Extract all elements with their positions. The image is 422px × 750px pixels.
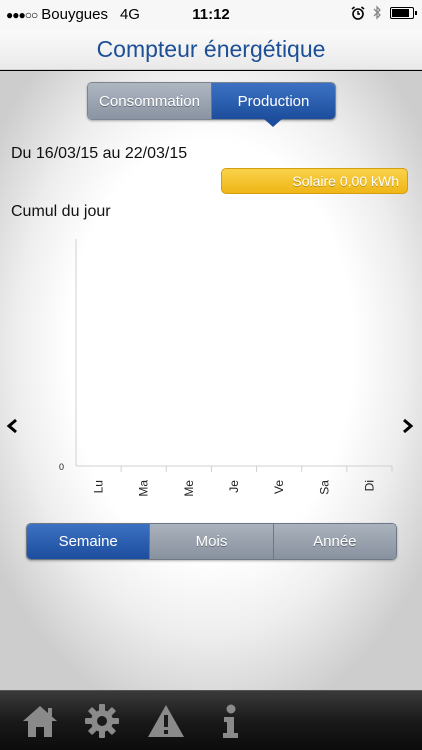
warning-icon	[148, 705, 184, 737]
previous-week-arrow-icon[interactable]	[6, 418, 18, 439]
status-icons	[351, 5, 417, 20]
tab-mois[interactable]: Mois	[149, 524, 273, 559]
tab-semaine[interactable]: Semaine	[27, 524, 150, 559]
home-icon	[23, 706, 57, 737]
settings-tab[interactable]	[82, 701, 122, 741]
x-tick-label: Ma	[137, 480, 151, 497]
x-tick-label: Je	[227, 480, 241, 493]
app-header: Compteur énergétique	[0, 30, 422, 70]
x-tick-label: Di	[362, 480, 376, 491]
battery-icon	[390, 6, 417, 19]
page-title: Compteur énergétique	[96, 36, 326, 62]
main-content: Consommation Production Du 16/03/15 au 2…	[0, 71, 422, 690]
status-bar: ●●●○○ Bouygues 4G 11:12	[0, 0, 422, 30]
tab-consommation[interactable]: Consommation	[88, 83, 212, 119]
x-tick-label: Sa	[317, 480, 331, 495]
x-tick-label: Ve	[272, 480, 286, 494]
solar-total-badge: Solaire 0,00 kWh	[221, 168, 408, 194]
info-tab[interactable]	[210, 701, 250, 741]
consumption-production-toggle: Consommation Production	[87, 82, 336, 120]
tab-annee[interactable]: Année	[272, 524, 396, 559]
alarm-icon	[351, 5, 365, 20]
next-week-arrow-icon[interactable]	[402, 418, 414, 439]
bottom-tab-bar	[0, 690, 422, 750]
selected-segment-pointer	[264, 119, 282, 127]
y-tick-label: 0	[59, 462, 64, 472]
period-selector: Semaine Mois Année	[26, 523, 397, 560]
x-tick-label: Me	[182, 480, 196, 497]
alerts-tab[interactable]	[146, 701, 186, 741]
gear-icon	[85, 704, 119, 738]
x-tick-label: Lu	[92, 480, 106, 493]
chart-section-title: Cumul du jour	[11, 203, 111, 220]
bluetooth-icon	[373, 5, 381, 20]
daily-production-chart: 0 Lu Ma Me Je Ve Sa Di	[59, 239, 393, 497]
info-icon	[223, 704, 238, 738]
home-tab[interactable]	[20, 701, 60, 741]
date-range-label: Du 16/03/15 au 22/03/15	[11, 145, 188, 162]
tab-production[interactable]: Production	[212, 83, 335, 119]
